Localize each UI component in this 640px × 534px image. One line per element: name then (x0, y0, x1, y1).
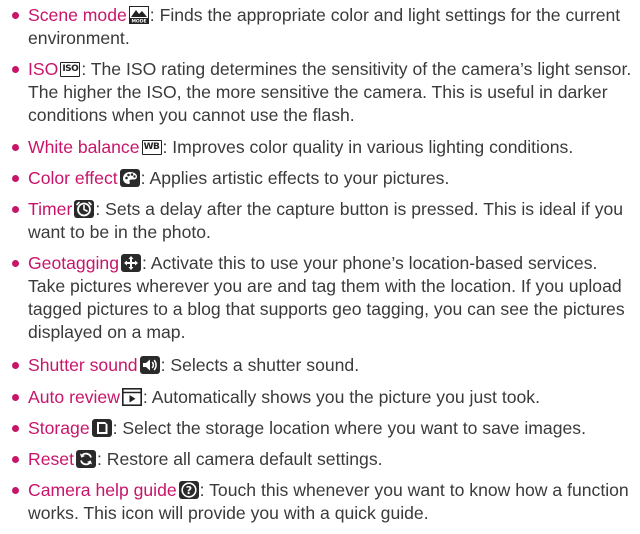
desc-auto-review: : Automatically shows you the picture yo… (142, 387, 540, 407)
white-balance-icon: WB (141, 140, 162, 155)
desc-timer: : Sets a delay after the capture button … (28, 199, 624, 242)
term-white-balance: White balance (28, 137, 140, 157)
term-auto-review: Auto review (28, 387, 120, 407)
help-icon: ? (178, 481, 199, 499)
bullet (12, 12, 19, 19)
term-geotagging: Geotagging (28, 253, 119, 273)
term-storage: Storage (28, 418, 90, 438)
bullet (12, 487, 19, 494)
storage-icon (91, 419, 112, 437)
scene-mode-icon: MODE (128, 6, 149, 24)
reset-icon (75, 450, 96, 468)
term-shutter-sound: Shutter sound (28, 355, 138, 375)
iso-icon: ISO (60, 62, 81, 77)
bullet (12, 394, 19, 401)
term-reset: Reset (28, 449, 74, 469)
svg-text:MODE: MODE (131, 18, 146, 24)
timer-icon (74, 200, 95, 218)
color-effect-icon (119, 169, 140, 187)
desc-reset: : Restore all camera default settings. (96, 449, 383, 469)
desc-white-balance: : Improves color quality in various ligh… (162, 137, 574, 157)
bullet (12, 144, 19, 151)
geotagging-icon (120, 254, 141, 272)
desc-color-effect: : Applies artistic effects to your pictu… (140, 168, 450, 188)
bullet (12, 66, 19, 73)
bullet (12, 425, 19, 432)
bullet (12, 362, 19, 369)
svg-text:?: ? (185, 484, 191, 497)
term-scene-mode: Scene mode (28, 5, 127, 25)
bullet (12, 260, 19, 267)
bullet (12, 175, 19, 182)
term-camera-help-guide: Camera help guide (28, 480, 177, 500)
bullet (12, 206, 19, 213)
desc-storage: : Select the storage location where you … (112, 418, 586, 438)
term-timer: Timer (28, 199, 73, 219)
desc-shutter-sound: : Selects a shutter sound. (160, 355, 360, 375)
auto-review-icon (121, 388, 142, 406)
term-color-effect: Color effect (28, 168, 118, 188)
shutter-sound-icon (139, 356, 160, 374)
term-iso: ISO (28, 59, 59, 79)
bullet (12, 456, 19, 463)
desc-iso: : The ISO rating determines the sensitiv… (28, 59, 632, 125)
